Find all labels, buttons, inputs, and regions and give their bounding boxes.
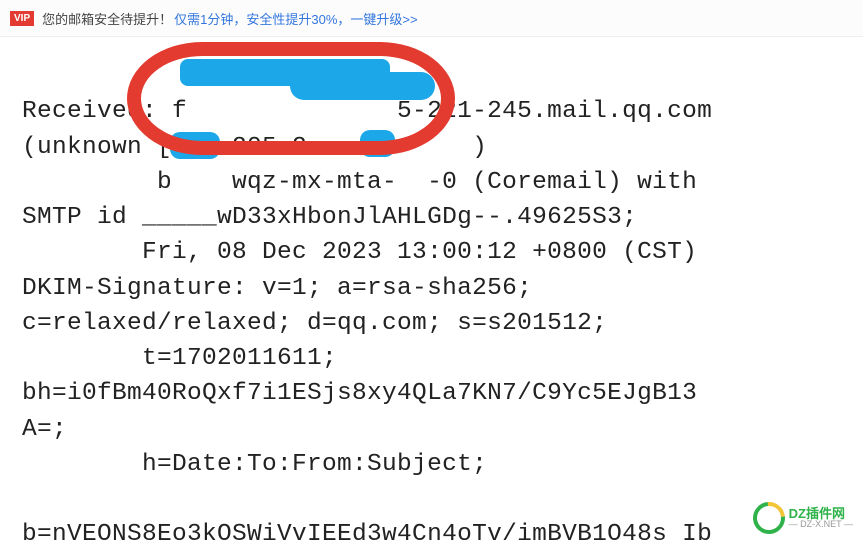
vip-badge: VIP <box>10 11 34 26</box>
header-line: h=Date:To:From:Subject; <box>22 451 487 478</box>
header-line: t=1702011611; <box>22 345 337 372</box>
header-line: SMTP id _____wD33xHbonJlAHLGDg--.49625S3… <box>22 204 637 231</box>
header-line: DKIM-Signature: v=1; a=rsa-sha256; <box>22 275 532 302</box>
header-line: bh=i0fBm40RoQxf7i1ESjs8xy4QLa7KN7/C9Yc5E… <box>22 380 697 407</box>
watermark-logo-icon <box>746 495 791 540</box>
highlight-circle-annotation <box>127 42 455 155</box>
banner-text-link[interactable]: 仅需1分钟，安全性提升30%，一键升级>> <box>174 9 417 28</box>
header-line: Fri, 08 Dec 2023 13:00:12 +0800 (CST) <box>22 239 697 266</box>
header-line: c=relaxed/relaxed; d=qq.com; s=s201512; <box>22 310 607 337</box>
header-line: b=nVEONS8Eo3kOSWiVvIEEd3w4Cn4oTv/imBVB1O… <box>22 521 712 541</box>
security-banner[interactable]: VIP 您的邮箱安全待提升！ 仅需1分钟，安全性提升30%，一键升级>> <box>0 0 863 37</box>
watermark: DZ插件网 — DZ-X.NET — <box>753 502 853 534</box>
watermark-subtext: — DZ-X.NET — <box>789 520 853 529</box>
header-line: b wqz-mx-mta- -0 (Coremail) with <box>22 169 697 196</box>
header-line: A=; <box>22 416 67 443</box>
email-raw-headers: Received: f 5-221-245.mail.qq.com (unkno… <box>0 37 863 541</box>
banner-text-lead: 您的邮箱安全待提升！ <box>42 9 172 28</box>
